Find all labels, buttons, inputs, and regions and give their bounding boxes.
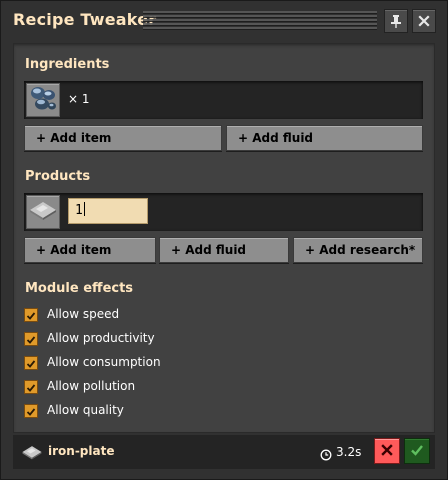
checkmark-icon (26, 330, 36, 349)
allow-consumption-checkbox[interactable] (24, 356, 38, 370)
module-effects-heading: Module effects (25, 281, 134, 296)
product-amount-value: 1 (75, 203, 83, 218)
allow-productivity-label: Allow productivity (47, 331, 155, 345)
checkmark-icon (410, 442, 424, 461)
pin-button[interactable] (384, 9, 408, 33)
products-row: 1 (24, 193, 423, 231)
recipe-name: iron-plate (48, 444, 115, 458)
recipe-tweaker-window: Recipe Tweaker Ingredients × 1 + Add ite… (0, 0, 448, 480)
checkmark-icon (26, 402, 36, 421)
ingredient-amount: × 1 (68, 92, 90, 106)
products-add-fluid-button[interactable]: + Add fluid (159, 237, 289, 263)
product-amount-input[interactable]: 1 (68, 198, 148, 224)
ingredients-row: × 1 (24, 81, 423, 119)
allow-speed-label: Allow speed (47, 307, 120, 321)
allow-pollution-checkbox[interactable] (24, 380, 38, 394)
pin-icon (389, 14, 403, 28)
allow-quality-checkbox[interactable] (24, 404, 38, 418)
allow-consumption-label: Allow consumption (47, 355, 161, 369)
products-add-item-button[interactable]: + Add item (24, 237, 156, 263)
drag-handle[interactable] (143, 11, 377, 31)
checkmark-icon (26, 354, 36, 373)
ingredients-add-item-button[interactable]: + Add item (24, 125, 222, 151)
allow-speed-checkbox[interactable] (24, 308, 38, 322)
cancel-button[interactable] (374, 438, 400, 464)
recipe-footer: iron-plate 3.2s (13, 435, 435, 469)
checkmark-icon (26, 378, 36, 397)
ingredients-heading: Ingredients (25, 57, 110, 72)
product-slot[interactable] (26, 195, 60, 229)
text-caret (83, 202, 85, 216)
products-heading: Products (25, 169, 91, 184)
ingredients-add-fluid-button[interactable]: + Add fluid (226, 125, 423, 151)
allow-productivity-checkbox[interactable] (24, 332, 38, 346)
title-bar: Recipe Tweaker (1, 1, 447, 41)
iron-plate-icon (28, 195, 58, 229)
clock-icon (320, 446, 332, 465)
window-title: Recipe Tweaker (13, 10, 157, 29)
recipe-time: 3.2s (336, 445, 362, 459)
allow-quality-label: Allow quality (47, 403, 124, 417)
close-icon (417, 14, 431, 28)
iron-ore-icon (28, 83, 58, 117)
close-icon (380, 442, 394, 461)
allow-pollution-label: Allow pollution (47, 379, 136, 393)
close-window-button[interactable] (412, 9, 436, 33)
iron-plate-icon (21, 441, 43, 467)
content-panel: Ingredients × 1 + Add item + Add fluid P… (13, 43, 435, 433)
confirm-button[interactable] (404, 438, 430, 464)
ingredient-slot[interactable] (26, 83, 60, 117)
products-add-research-button[interactable]: + Add research* (293, 237, 423, 263)
checkmark-icon (26, 306, 36, 325)
